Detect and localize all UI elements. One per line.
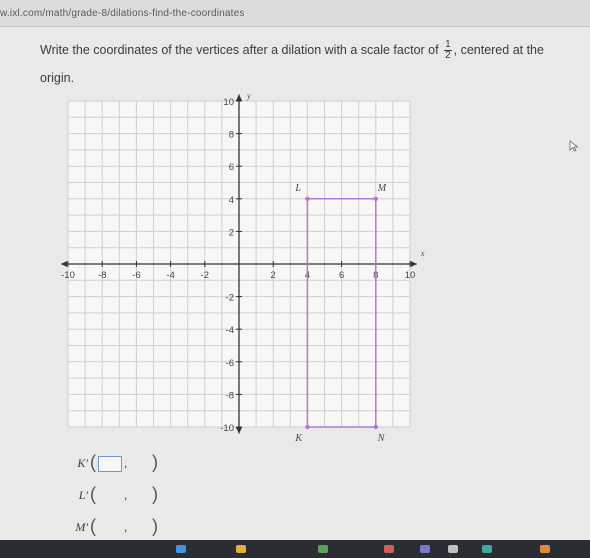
vertex-label-m: M [377, 183, 387, 194]
vertex-point-k [305, 424, 310, 430]
y-tick-label: 8 [229, 130, 234, 141]
taskbar-app-icon[interactable] [448, 545, 458, 553]
comma: , [124, 456, 128, 470]
l-x-input[interactable] [98, 488, 122, 504]
vertex-point-m [373, 196, 378, 201]
k-y-input[interactable] [128, 456, 152, 472]
taskbar-app-icon[interactable] [540, 545, 550, 553]
taskbar-app-icon[interactable] [420, 545, 430, 553]
y-tick-label: -2 [226, 293, 234, 304]
x-tick-label: 2 [271, 270, 276, 281]
x-tick-label: -6 [132, 270, 140, 281]
open-paren: ( [90, 516, 96, 536]
y-tick-label: -6 [226, 358, 234, 369]
vertex-point-l [305, 196, 310, 201]
taskbar-app-icon[interactable] [236, 545, 246, 553]
y-tick-label: 4 [229, 195, 234, 206]
vertex-label-l: L [294, 183, 301, 194]
m-y-input[interactable] [128, 520, 152, 536]
mouse-pointer-icon [569, 140, 579, 152]
y-tick-label: 6 [229, 162, 234, 173]
coordinate-graph: xy-10 -8 -6 -4 -2 2 4 6 8 10108642-2-4-6-8-10L MNK [61, 91, 425, 444]
answer-label-l: L′ [78, 488, 88, 502]
open-paren: ( [90, 452, 96, 472]
vertex-point-n [373, 424, 378, 430]
x-tick-label: -2 [201, 270, 209, 281]
y-tick-label: -10 [220, 423, 234, 434]
comma: , [124, 488, 128, 502]
y-axis-label: y [246, 91, 251, 100]
taskbar-app-icon[interactable] [176, 545, 186, 553]
l-y-input[interactable] [128, 488, 152, 504]
taskbar-app-icon[interactable] [384, 545, 394, 553]
x-tick-label: -4 [166, 270, 174, 281]
k-x-input[interactable] [98, 456, 122, 472]
y-tick-label: -8 [226, 390, 234, 401]
answer-label-m: M′ [75, 520, 88, 534]
taskbar-app-icon[interactable] [318, 545, 328, 553]
close-paren: ) [152, 516, 158, 536]
x-tick-label: -10 [61, 270, 75, 281]
x-tick-label: 6 [339, 270, 344, 281]
close-paren: ) [152, 484, 158, 504]
x-tick-label: -8 [98, 270, 106, 281]
open-paren: ( [90, 484, 96, 504]
y-tick-label: 2 [229, 227, 234, 238]
y-tick-label: -4 [226, 325, 234, 336]
x-tick-label: 10 [405, 270, 416, 281]
taskbar [0, 540, 590, 558]
m-x-input[interactable] [98, 520, 122, 536]
y-tick-label: 10 [223, 97, 234, 108]
taskbar-app-icon[interactable] [482, 545, 492, 553]
close-paren: ) [152, 452, 158, 472]
vertex-label-k: K [294, 433, 303, 444]
vertex-label-n: N [377, 433, 386, 444]
comma: , [124, 520, 128, 534]
x-axis-label: x [420, 249, 425, 258]
answer-label-k: K′ [77, 456, 88, 470]
